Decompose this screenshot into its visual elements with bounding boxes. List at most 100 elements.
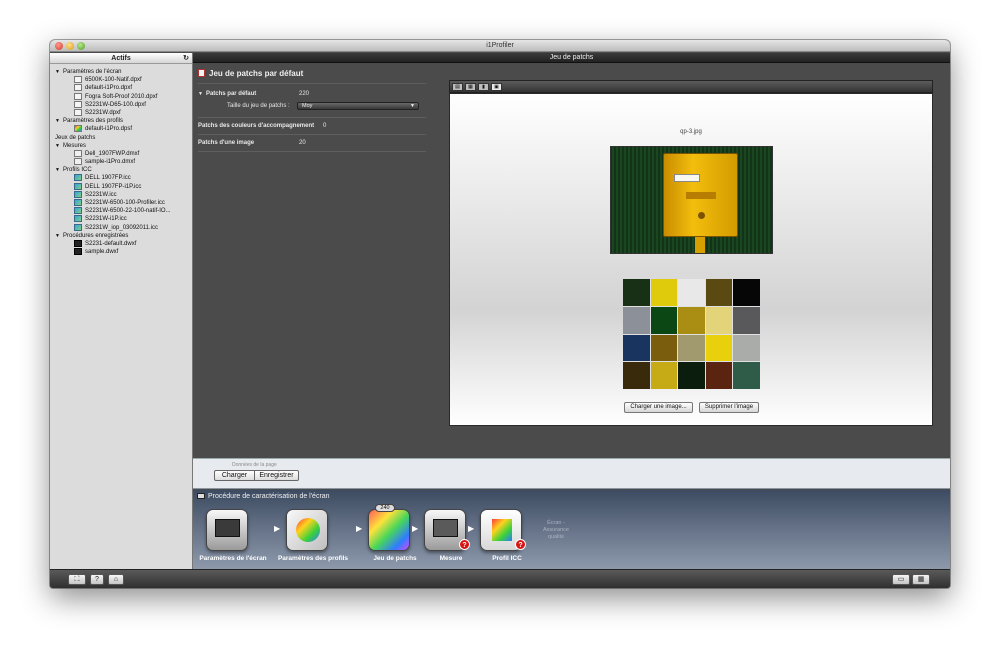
- tree-item-label: sample-i1Pro.dmxf: [85, 159, 136, 166]
- assets-tree: ▼ Paramètres de l'écran 6500K-100-Natif.d…: [50, 64, 192, 256]
- assets-sidebar: Actifs ↻ ▼ Paramètres de l'écran 6500K-10…: [50, 53, 193, 569]
- load-page-button[interactable]: Charger: [214, 470, 255, 481]
- color-patch: [705, 334, 733, 362]
- page-data-bar: Données de la page Charger Enregistrer: [193, 458, 950, 489]
- tree-item[interactable]: S2231W-6500-100-Profiler.icc: [50, 199, 192, 207]
- tree-item-label: 6500K-100-Natif.dpxf: [85, 77, 142, 84]
- tree-item[interactable]: Fogra Soft-Proof 2010.dpxf: [50, 92, 192, 101]
- view-grid-icon[interactable]: ▦: [465, 83, 476, 91]
- arrow-icon: ▶: [274, 524, 281, 533]
- chevron-down-icon: ▼: [410, 103, 415, 109]
- default-patches-row[interactable]: ▼ Patchs par défaut: [198, 91, 256, 97]
- default-patches-label: Patchs par défaut: [205, 91, 257, 97]
- color-patch: [650, 279, 678, 306]
- tree-group-icc-profiles[interactable]: ▼ Profils ICC: [50, 166, 192, 174]
- icc-profile-icon: [74, 223, 82, 231]
- tree-item[interactable]: 6500K-100-Natif.dpxf: [50, 76, 192, 84]
- refresh-icon[interactable]: ↻: [183, 53, 189, 64]
- view-single-icon[interactable]: ▮: [478, 83, 489, 91]
- section-header-bar: Jeu de patchs: [193, 53, 950, 63]
- tree-item[interactable]: S2231W.icc: [50, 190, 192, 199]
- color-patch: [678, 334, 705, 362]
- tree-item-label: S2231W-i1P.icc: [85, 216, 127, 223]
- workflow-file-icon: [74, 239, 82, 247]
- file-icon: [74, 76, 82, 84]
- file-icon: [74, 100, 82, 108]
- save-page-button[interactable]: Enregistrer: [254, 470, 299, 481]
- extra-line: qualité: [547, 534, 565, 540]
- profile-settings-gear-icon: [286, 509, 328, 551]
- icc-profile-icon: [74, 207, 82, 215]
- page-data-caption: Données de la page: [232, 462, 277, 468]
- color-patch: [623, 306, 650, 334]
- view-list-icon[interactable]: ▤: [452, 83, 463, 91]
- monitor-icon: [197, 493, 205, 499]
- color-patch: [678, 279, 705, 306]
- advanced-mode-icon[interactable]: ▦: [912, 574, 930, 585]
- tree-item[interactable]: DELL 1907FP.icc: [50, 174, 192, 182]
- image-preview-area: qp-3.jpg Charger une image... Supprimer …: [449, 93, 933, 426]
- arrow-icon: ▶: [356, 524, 363, 533]
- bottom-toolbar: ⛶ ? ⌂ ▭ ▦: [50, 569, 950, 588]
- document-icon: [198, 69, 205, 77]
- tree-item-label: Dell_1907FWP.dmxf: [85, 150, 140, 157]
- basic-mode-icon[interactable]: ▭: [892, 574, 910, 585]
- color-patch: [705, 306, 733, 334]
- divider: [198, 134, 426, 135]
- section-title: Jeu de patchs: [549, 54, 594, 61]
- tree-group-profile-settings[interactable]: ▼ Paramètres des profils: [50, 117, 192, 125]
- loaded-image: [610, 146, 773, 254]
- color-patch: [705, 279, 733, 306]
- workflow-title: Procédure de caractérisation de l'écran: [208, 493, 330, 500]
- color-patch: [705, 362, 733, 389]
- tree-item[interactable]: sample.dwxf: [50, 248, 192, 256]
- divider: [198, 117, 426, 118]
- tree-item[interactable]: DELL 1907FP-i1P.icc: [50, 182, 192, 191]
- tree-item[interactable]: default-i1Pro.dpsf: [50, 125, 192, 133]
- tree-item[interactable]: S2231W_iop_03092011.icc: [50, 223, 192, 232]
- profile-settings-icon: [74, 125, 82, 133]
- color-patch: [733, 362, 760, 389]
- app-window: i1Profiler Actifs ↻ ▼ Paramètres de l'écr…: [50, 40, 950, 588]
- load-image-button[interactable]: Charger une image...: [624, 402, 693, 413]
- fullscreen-icon[interactable]: ⛶: [68, 574, 86, 585]
- tree-group-display-settings[interactable]: ▼ Paramètres de l'écran: [50, 68, 192, 76]
- patch-set-size-label: Taille du jeu de patchs :: [227, 103, 290, 109]
- home-icon[interactable]: ⌂: [108, 574, 124, 585]
- spot-colors-label: Patchs des couleurs d'accompagnement: [198, 123, 315, 129]
- sidebar-header: Actifs ↻: [50, 53, 192, 64]
- color-patch: [650, 362, 678, 389]
- workflow-file-icon: [74, 248, 82, 256]
- tree-group-measurements[interactable]: ▼ Mesures: [50, 142, 192, 150]
- file-icon: [74, 92, 82, 100]
- tree-item[interactable]: S2231W.dpxf: [50, 108, 192, 117]
- tree-group-label: Jeux de patchs: [55, 134, 96, 141]
- image-patch-swatches: [623, 279, 760, 389]
- tree-group-saved-workflows[interactable]: ▼ Procédures enregistrées: [50, 232, 192, 240]
- view-image-icon[interactable]: ▣: [491, 83, 502, 91]
- patch-count-badge: 240: [375, 504, 395, 512]
- color-patch: [650, 306, 678, 334]
- tree-item[interactable]: S2231W-6500-22-100-natif-IO...: [50, 207, 192, 215]
- delete-image-button[interactable]: Supprimer l'image: [699, 402, 759, 413]
- icc-profile-icon: [74, 199, 82, 206]
- tree-item-label: S2231W.icc: [85, 191, 117, 198]
- tree-group-patch-sets[interactable]: Jeux de patchs: [50, 134, 192, 142]
- tree-item[interactable]: S2231W-i1P.icc: [50, 215, 192, 223]
- tree-item[interactable]: Dell_1907FWP.dmxf: [50, 149, 192, 158]
- color-patch: [623, 279, 650, 306]
- measurement-icon: [74, 158, 82, 166]
- extra-line: Assurance: [543, 527, 569, 533]
- quality-assurance-link[interactable]: Écran - Assurance qualité: [543, 520, 569, 541]
- divider: [198, 151, 426, 152]
- tree-item[interactable]: S2231-default.dwxf: [50, 239, 192, 248]
- tree-item-label: S2231-default.dwxf: [85, 241, 137, 248]
- tree-item[interactable]: sample-i1Pro.dmxf: [50, 158, 192, 166]
- color-patch: [678, 306, 705, 334]
- tree-item-label: default-i1Pro.dpxf: [85, 85, 133, 92]
- patch-set-size-select[interactable]: Moy ▼: [297, 102, 419, 110]
- tree-item[interactable]: S2231W-D65-100.dpxf: [50, 100, 192, 109]
- help-button[interactable]: ?: [90, 574, 104, 585]
- settings-title: Jeu de patchs par défaut: [209, 69, 304, 78]
- tree-item[interactable]: default-i1Pro.dpxf: [50, 84, 192, 92]
